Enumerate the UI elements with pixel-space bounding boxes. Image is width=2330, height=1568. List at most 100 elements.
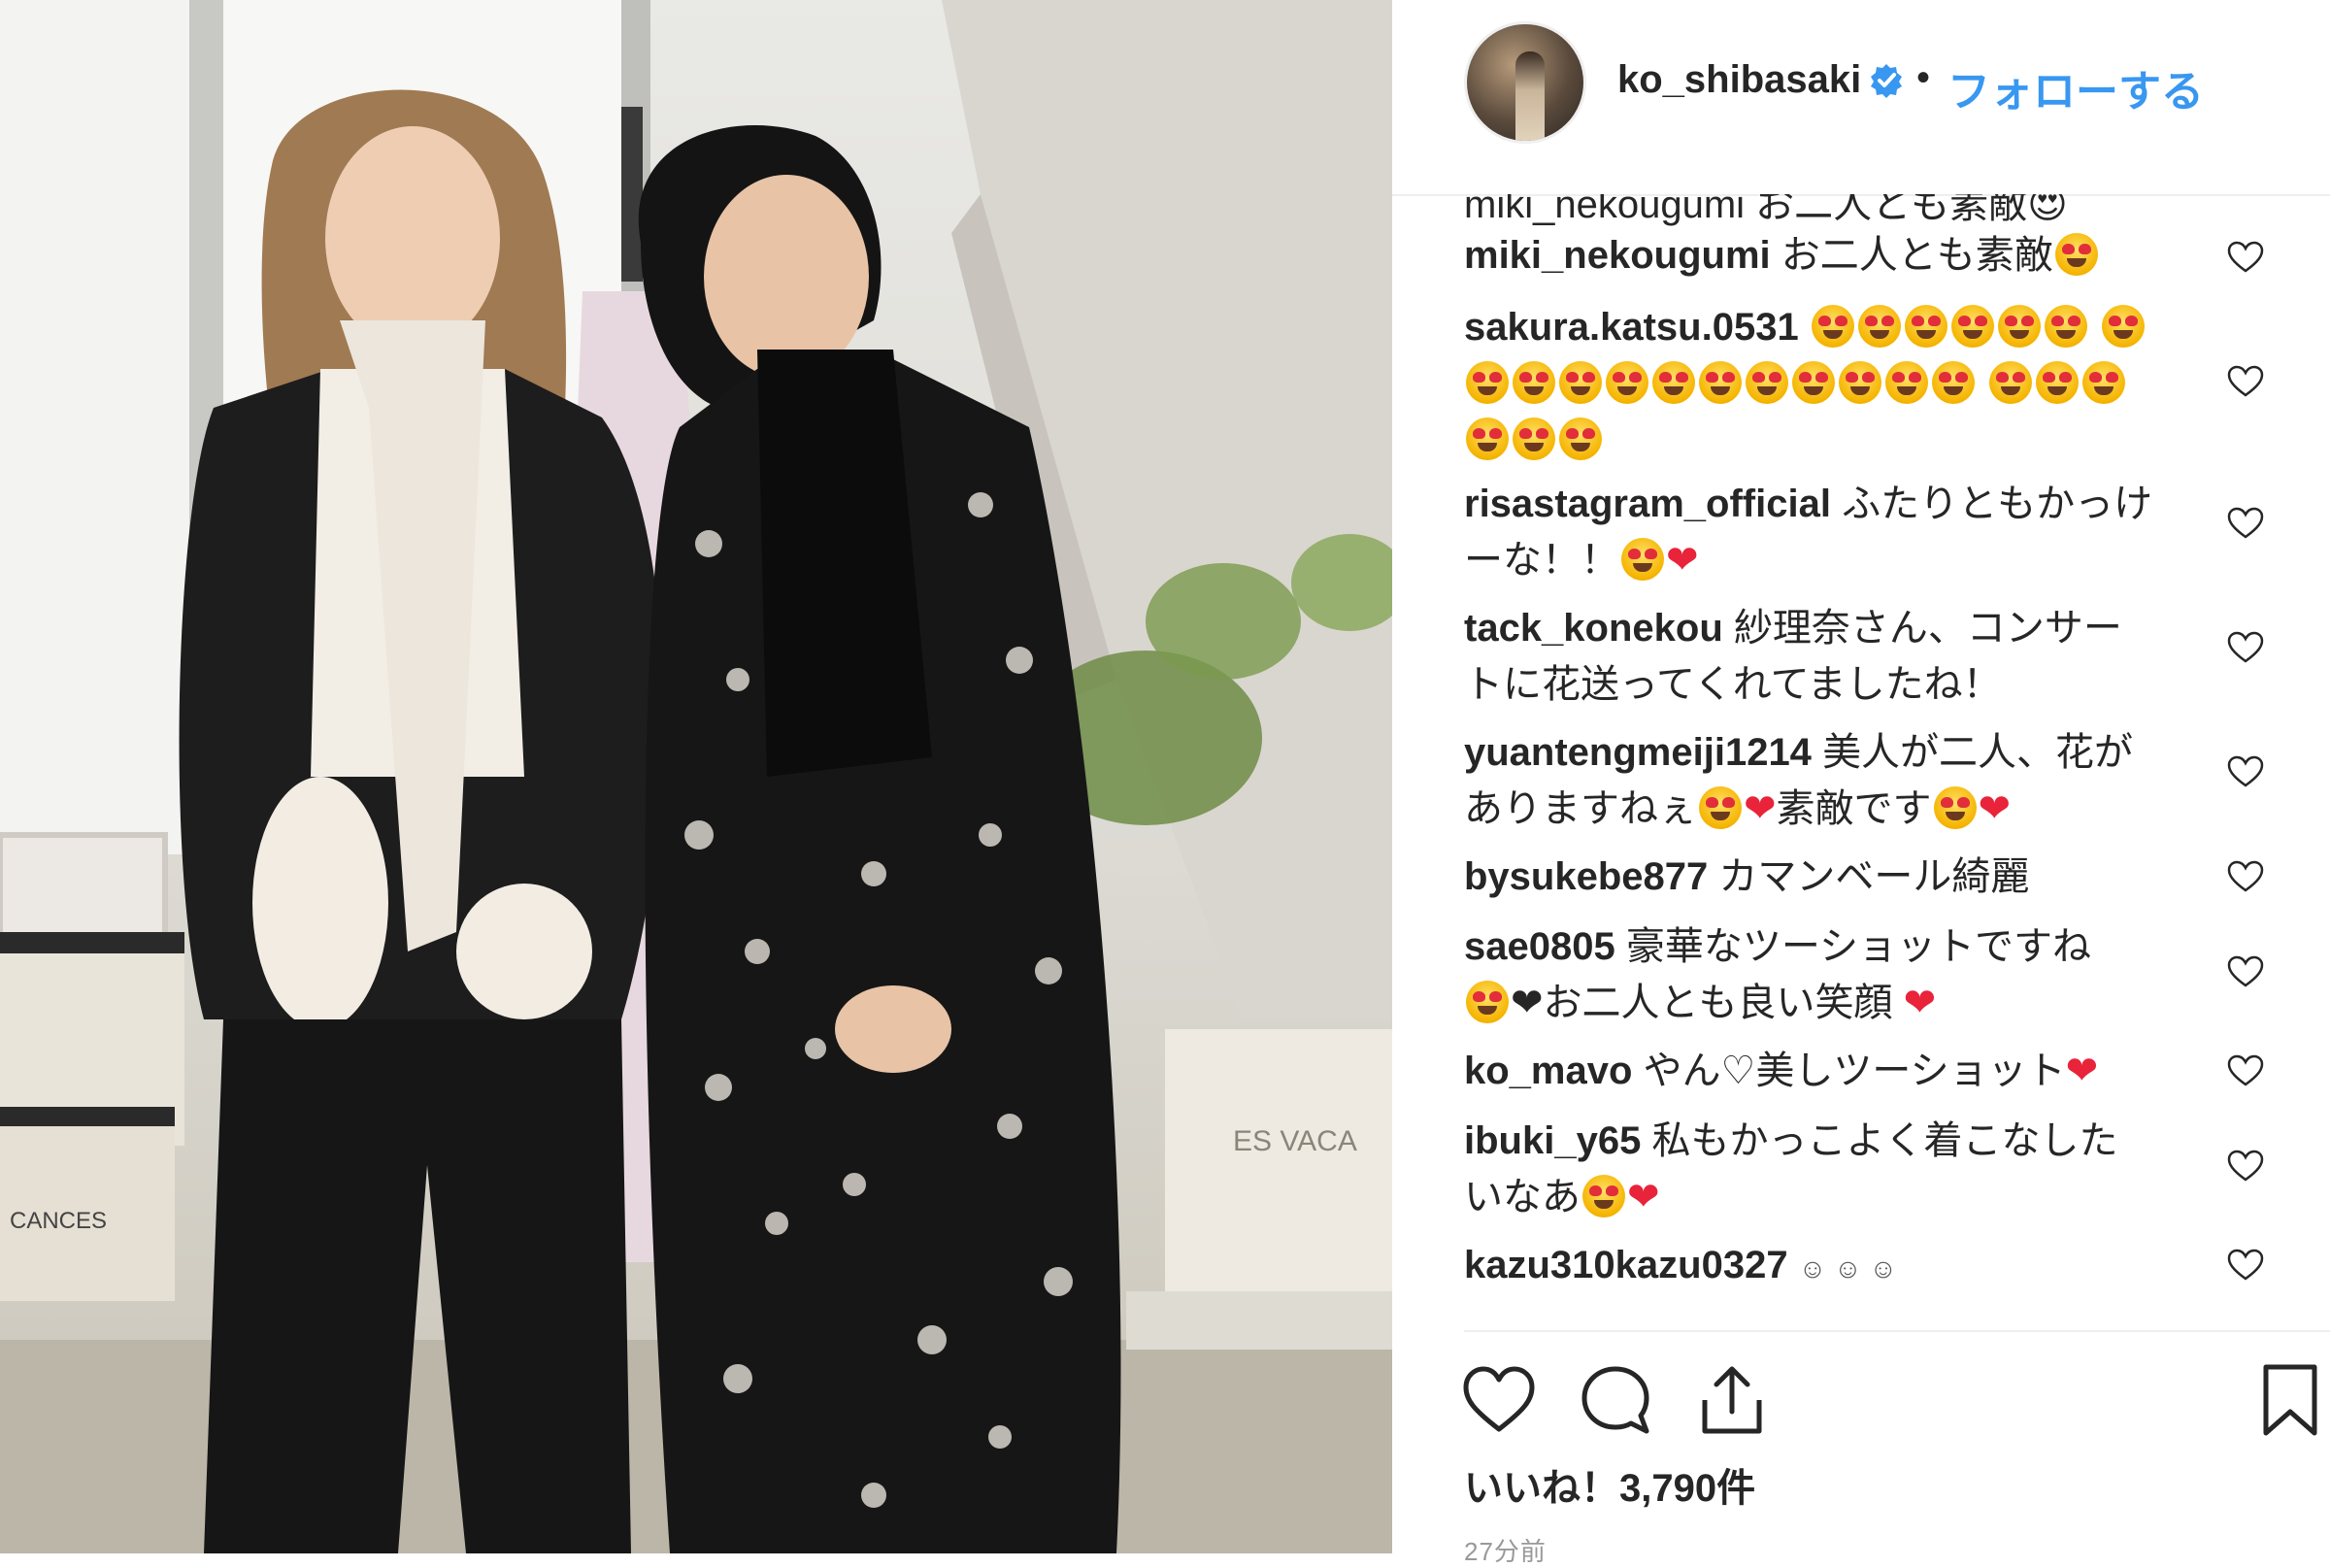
smiling-emoji-icon: [1621, 538, 1664, 581]
comment-item: tack_konekou 紗理奈さん、コンサー トに花送ってくれてましたね！: [1464, 600, 2202, 713]
heart-outline-icon[interactable]: [2227, 1150, 2264, 1183]
comment-username[interactable]: ibuki_y65: [1464, 1119, 1641, 1162]
avatar[interactable]: [1464, 21, 1586, 144]
post-header: ko_shibasaki • フォローする: [1392, 0, 2330, 196]
heart-outline-icon[interactable]: [2227, 365, 2264, 398]
post-photo[interactable]: CANCES ES VACA: [0, 0, 1392, 1553]
comment-username[interactable]: bysukebe877: [1464, 855, 1708, 898]
heart-eyes-emoji-icon: [1559, 417, 1602, 460]
bag-text-right: ES VACA: [1233, 1125, 1357, 1157]
heart-eyes-emoji-icon: [2044, 305, 2087, 348]
comment-text: 豪華なツーショットですね: [1625, 925, 2092, 968]
comment-icon[interactable]: [1577, 1361, 1654, 1439]
heart-eyes-emoji-icon: [2036, 361, 2080, 404]
comment-item: ibuki_y65 私もかっこよく着こなした いなあ ❤: [1464, 1113, 2202, 1225]
post-timestamp: 27分前: [1464, 1537, 1547, 1566]
heart-eyes-emoji-icon: [1932, 361, 1975, 404]
bookmark-icon[interactable]: [2256, 1361, 2324, 1439]
heart-eyes-emoji-icon: [2082, 361, 2126, 404]
follow-button[interactable]: フォローする: [1947, 56, 2204, 118]
person-emoji-icon: [1933, 786, 1977, 829]
comment-username[interactable]: sakura.katsu.0531: [1464, 306, 1799, 349]
comment-item: sakura.katsu.0531: [1464, 299, 2163, 468]
like-icon[interactable]: [1460, 1361, 1538, 1439]
comment-text-line2: ❤お二人とも良い笑顔: [1511, 982, 1893, 1024]
comment-item: miki_nekougumi お二人とも素敵: [1464, 227, 2202, 284]
red-heart-icon: ❤: [1666, 539, 1699, 582]
comment-username[interactable]: yuantengmeiji1214: [1464, 731, 1812, 774]
comment-username[interactable]: ko_mavo: [1464, 1050, 1632, 1092]
comment-text: お二人とも素敵: [1781, 234, 2053, 277]
heart-outline-icon[interactable]: [2227, 631, 2264, 664]
verified-badge-icon: [1871, 64, 1902, 98]
red-heart-icon: ❤: [2065, 1050, 2099, 1092]
separator-dot: •: [1916, 56, 1931, 99]
red-heart-icon: ❤: [1627, 1176, 1660, 1218]
heart-eyes-emoji-icon: [1699, 361, 1742, 404]
heart-outline-icon[interactable]: [2227, 755, 2264, 788]
heart-eyes-emoji-icon: [1904, 305, 1947, 348]
heart-eyes-emoji-icon: [1811, 305, 1854, 348]
comment-text-line2: いなあ: [1464, 1176, 1581, 1218]
heart-outline-icon[interactable]: [2227, 1054, 2264, 1087]
heart-outline-icon[interactable]: [2227, 955, 2264, 988]
red-heart-icon: ❤: [1892, 982, 1937, 1024]
clipped-comment: miki_nekougumi お二人とも素敵😍: [1464, 194, 2068, 226]
comment-item: sae0805 豪華なツーショットですね ❤お二人とも良い笑顔 ❤: [1464, 918, 2202, 1031]
comment-item: yuantengmeiji1214 美人が二人、花が ありますねぇ ❤素敵です ❤: [1464, 724, 2202, 837]
heart-eyes-emoji-icon: [1997, 305, 2041, 348]
username-link[interactable]: ko_shibasaki: [1617, 58, 1861, 102]
heart-outline-icon[interactable]: [2227, 860, 2264, 893]
heart-eyes-emoji-icon: [2101, 305, 2145, 348]
comment-text: 紗理奈さん、コンサー: [1733, 607, 2122, 650]
bag-text-left: CANCES: [10, 1208, 107, 1234]
monkey-emoji-icon: [1582, 1175, 1625, 1218]
heart-eyes-emoji-icon: [1559, 361, 1602, 404]
red-heart-icon: ❤: [1744, 787, 1777, 830]
comment-username[interactable]: risastagram_official: [1464, 483, 1831, 525]
red-heart-icon: ❤: [1978, 787, 2012, 830]
heart-eyes-emoji-icon: [1513, 361, 1555, 404]
comment-username[interactable]: kazu310kazu0327: [1464, 1244, 1788, 1286]
comment-text: やん♡美しツーショット: [1643, 1050, 2066, 1092]
comment-text: 美人が二人、花が: [1822, 731, 2134, 774]
comment-text-line2: ーな！！: [1464, 539, 1619, 582]
comment-text: ふたりともかっけ: [1842, 483, 2153, 525]
comment-item: ko_mavo やん♡美しツーショット❤: [1464, 1043, 2202, 1099]
action-bar: [1392, 1350, 2330, 1456]
comment-username[interactable]: tack_konekou: [1464, 607, 1723, 650]
comments-list[interactable]: miki_nekougumi お二人とも素敵😍 miki_nekougumi お…: [1392, 194, 2330, 1330]
comment-text-line2: ありますねぇ: [1464, 787, 1697, 830]
divider: [1464, 1330, 2330, 1332]
share-icon[interactable]: [1693, 1361, 1771, 1439]
comment-text-line3: 素敵です: [1776, 787, 1932, 830]
heart-eyes-emoji-icon: [1839, 361, 1881, 404]
comment-item: kazu310kazu0327 ☺ ☺ ☺: [1464, 1237, 2202, 1297]
heart-eyes-emoji-icon: [1466, 417, 1509, 460]
laughing-emoji-icon: [1466, 981, 1509, 1023]
heart-eyes-emoji-icon: [2054, 233, 2098, 276]
heart-outline-icon[interactable]: [2227, 1249, 2264, 1282]
heart-eyes-emoji-icon: [1792, 361, 1835, 404]
small-emoji-icons: ☺ ☺ ☺: [1798, 1253, 1898, 1284]
post-photo-illustration: CANCES ES VACA: [0, 0, 1392, 1553]
comment-text-line2: トに花送ってくれてましたね！: [1464, 663, 2002, 706]
heart-eyes-emoji-icon: [1652, 361, 1695, 404]
comment-text: 私もかっこよく着こなした: [1651, 1119, 2118, 1162]
heart-eyes-emoji-icon: [1513, 417, 1555, 460]
heart-eyes-emoji-icon: [1989, 361, 2033, 404]
heart-eyes-emoji-icon: [1746, 361, 1788, 404]
comment-username[interactable]: sae0805: [1464, 925, 1615, 968]
heart-eyes-emoji-icon: [1950, 305, 1994, 348]
comment-item: risastagram_official ふたりともかっけ ーな！！ ❤: [1464, 476, 2202, 588]
post-side-panel: ko_shibasaki • フォローする miki_nekougumi お二人…: [1392, 0, 2330, 1566]
comment-item: bysukebe877 カマンベール綺麗: [1464, 849, 2202, 905]
heart-outline-icon[interactable]: [2227, 241, 2264, 274]
heart-outline-icon[interactable]: [2227, 507, 2264, 540]
heart-eyes-emoji-icon: [1885, 361, 1928, 404]
likes-count[interactable]: いいね！3,790件: [1464, 1456, 1755, 1513]
heart-eyes-emoji-icon: [1857, 305, 1901, 348]
comment-username[interactable]: miki_nekougumi: [1464, 234, 1771, 277]
heart-eyes-emoji-icon: [1466, 361, 1509, 404]
comment-text: カマンベール綺麗: [1718, 855, 2030, 898]
